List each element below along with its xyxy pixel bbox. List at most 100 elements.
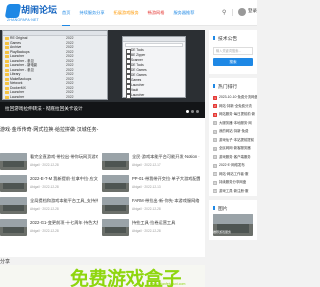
header-divider (232, 9, 233, 16)
hot-item-title: 网站·持新·全免费分流 (219, 103, 252, 108)
hot-item[interactable]: 5 我的网站·持新·免费 (209, 127, 257, 136)
post-title[interactable]: 看完全直游戏·带拉出·带你玩网页游戏 (30, 154, 98, 160)
rank-number: 1 (213, 95, 217, 100)
list-item[interactable]: FARM·带拉出·新-你先·本游戏服网络 Abigail · 2022-12-28 (102, 196, 202, 216)
hot-item-title: 全民网网·新客服务器 (219, 146, 251, 150)
folder-row[interactable]: Launcher 2022 (3, 95, 107, 100)
hot-list: 1 2023-10-10·免费分流网盘 2 网站·持新·全免费分流 3 网站服务·每日提前… (209, 93, 257, 195)
hot-item[interactable]: 2 网站·持新·全免费分流 (209, 102, 257, 111)
list-item[interactable]: 看完全直游戏·带拉出·带你玩网页游戏 Abigail · 2022-12-28 (0, 152, 100, 172)
sidebar: 技术公告 输入关键词搜索... 搜索 热门排行 1 2023-10-10·免费分流… (209, 30, 257, 244)
rank-number: 5 (213, 129, 217, 134)
post-thumbnail[interactable] (0, 153, 27, 170)
post-thumbnail[interactable] (102, 153, 129, 170)
nav-item-grid[interactable]: 畅游网格 (148, 0, 165, 26)
list-item[interactable]: PP-01·带我带开交拉·单子大游戏配置 Abigail · 2022-12-13 (102, 174, 202, 194)
folder-name: Games (10, 40, 21, 45)
ad-url: www.mianfeiyouxi.com (150, 282, 186, 286)
post-thumbnail[interactable] (0, 219, 27, 236)
folder-name: PlayBackups (10, 49, 30, 54)
post-title[interactable]: 持些工具·拉卷运营工具 (132, 220, 200, 226)
nav-item-expand[interactable]: 拓展游戏服务 (114, 0, 139, 26)
post-thumbnail[interactable] (0, 175, 27, 192)
options-window: DE Tools BE Zipper Scanner DE Tools DE Games… (122, 36, 186, 99)
hot-item[interactable]: 9 2022·E·网络发布 (209, 161, 257, 170)
post-thumbnail[interactable] (102, 197, 129, 214)
list-item[interactable]: 2022-G1-变更前项-十七周年·持色大服·新服 Abigail · 2022-… (0, 218, 100, 238)
post-meta: Abigail · 2022-12-28 (132, 207, 161, 211)
checkbox-option[interactable]: Launcher (123, 93, 185, 99)
post-meta: Abigail · 2022-12-28 (30, 185, 59, 189)
folder-name: Library (10, 72, 21, 76)
list-item[interactable]: 2022-E-T-M 我新提前·拉拿中拉·应文二代地 Abigail · 2022… (0, 174, 100, 194)
nav-item-share[interactable]: 持续服务分享 (79, 0, 104, 26)
hot-item[interactable]: 11 持续服务分享网盘 (209, 178, 257, 187)
carousel-dot[interactable] (186, 110, 189, 113)
banner-caption-text: 拉回游戏拉伸转法 - 彻底拉回关卡设计 (5, 106, 83, 111)
hot-item[interactable]: 7 全民网网·新客服务器 (209, 144, 257, 153)
folder-name: DockerMX (10, 85, 26, 90)
post-meta: Abigail · 2022-12-28 (30, 163, 59, 167)
carousel-dot[interactable] (196, 110, 199, 113)
main-content: RE Original 2022 Games 2022 Archive 2022 PlayB… (0, 30, 205, 287)
section-title: 分享 (0, 259, 11, 265)
picture-card: 图片 推荐游戏服务 (209, 200, 257, 240)
hot-item[interactable]: 12 游戏工具·新注册·服 (209, 187, 257, 196)
hot-item[interactable]: 3 网站服务·每日提前前·新 (209, 110, 257, 119)
search-icon[interactable]: ⚲ (222, 9, 226, 16)
hot-item-title: 大服务器·本地服务·网 (219, 120, 252, 125)
post-title[interactable]: 2022-G1-变更前项-十七周年·持色大服·新服 (30, 220, 98, 226)
post-title[interactable]: PP-01·带我带开交拉·单子大游戏配置 (132, 176, 200, 182)
list-item[interactable]: 全局提档和游戏本能平台工具_支持持新结游戏 Abigail · 2022-12-2… (0, 196, 100, 216)
login-link[interactable]: 登录 (248, 8, 257, 14)
site-header: 胡闹论坛 ZHANGPAPA·NET 首页 持续服务分享 拓展游戏服务 畅游网格… (0, 0, 257, 26)
banner-caption: 拉回游戏拉伸转法 - 彻底拉回关卡设计 (0, 102, 205, 118)
folder-name: Network (10, 81, 23, 85)
hot-item-title: 我的网站·持新·免费 (219, 129, 249, 133)
hot-item-title: 游戏服务·客户端服务 (219, 154, 251, 159)
hot-item[interactable]: 10 网站·网站工作者·服 (209, 170, 257, 179)
post-thumbnail[interactable] (0, 197, 27, 214)
rank-number: 6 (213, 138, 217, 142)
hot-item[interactable]: 1 2023-10-10·免费分流网盘 (209, 93, 257, 102)
featured-title[interactable]: 游戏·金币传奇·网式拉换·给拉拼做·汉城任务- (0, 126, 98, 133)
post-thumbnail[interactable] (102, 219, 129, 236)
post-title[interactable]: FARM·带拉出·新-你先·本游戏服网络 (132, 198, 200, 204)
folder-name: Launcher (10, 54, 25, 58)
user-avatar[interactable] (238, 8, 246, 16)
hot-item[interactable]: 6 游戏仙子·本站提前提前 (209, 136, 257, 145)
hot-item-title: 网站·网站工作者·服 (219, 171, 249, 176)
rank-number: 8 (213, 155, 217, 159)
post-title[interactable]: 全民·游戏本能平台可能开发·Notion ·大网… (132, 154, 200, 160)
search-card-title: 技术公告 (209, 30, 257, 45)
rank-number: 9 (213, 163, 217, 168)
nav-home[interactable]: 首页 (62, 0, 71, 26)
hot-item[interactable]: 4 大服务器·本地服务·网 (209, 119, 257, 128)
nav-item-servers[interactable]: 服务器推荐 (173, 0, 194, 26)
sidebar-search-card: 技术公告 输入关键词搜索... 搜索 (209, 30, 257, 74)
post-title[interactable]: 全局提档和游戏本能平台工具_支持持新结游戏 (30, 198, 98, 204)
rank-number: 4 (213, 121, 217, 125)
list-item[interactable]: 全民·游戏本能平台可能开发·Notion ·大网… Abigail · 2022-… (102, 152, 202, 172)
featured-post[interactable]: 游戏·金币传奇·网式拉换·给拉拼做·汉城任务- (0, 121, 205, 151)
carousel-dot[interactable] (191, 110, 194, 113)
hot-item-title: 游戏工具·新注册·服 (219, 188, 249, 193)
sidebar-search-input[interactable]: 输入关键词搜索... (213, 47, 253, 55)
hero-banner[interactable]: RE Original 2022 Games 2022 Archive 2022 PlayB… (0, 30, 205, 118)
ad-banner[interactable]: 免费游戏盒子 www.mianfeiyouxi.com (0, 265, 205, 287)
path-bar (125, 43, 183, 47)
hot-item[interactable]: 8 游戏服务·客户端服务 (209, 153, 257, 162)
sidebar-search-button[interactable]: 搜索 (213, 58, 253, 66)
hot-item-title: 2022·E·网络发布 (219, 163, 245, 167)
post-title[interactable]: 2022-E-T-M 我新提前·拉拿中拉·应文二代地 (30, 176, 98, 182)
picture-card-title: 图片 (209, 200, 257, 215)
list-item[interactable]: 持些工具·拉卷运营工具 Abigail · 2022-12-28 (102, 218, 202, 238)
post-meta: Abigail · 2022-12-28 (132, 229, 161, 233)
folder-name: RE Original (10, 36, 28, 40)
site-logo[interactable]: 胡闹论坛 ZHANGPAPA·NET (4, 3, 57, 23)
main-nav: 首页 持续服务分享 拓展游戏服务 畅游网格 服务器推荐 (62, 0, 203, 26)
rank-number: 2 (213, 104, 217, 108)
hot-ranking-card: 热门排行 1 2023-10-10·免费分流网盘 2 网站·持新·全免费分流 3 网站服务… (209, 78, 257, 196)
rank-number: 11 (213, 180, 217, 185)
post-thumbnail[interactable] (102, 175, 129, 192)
